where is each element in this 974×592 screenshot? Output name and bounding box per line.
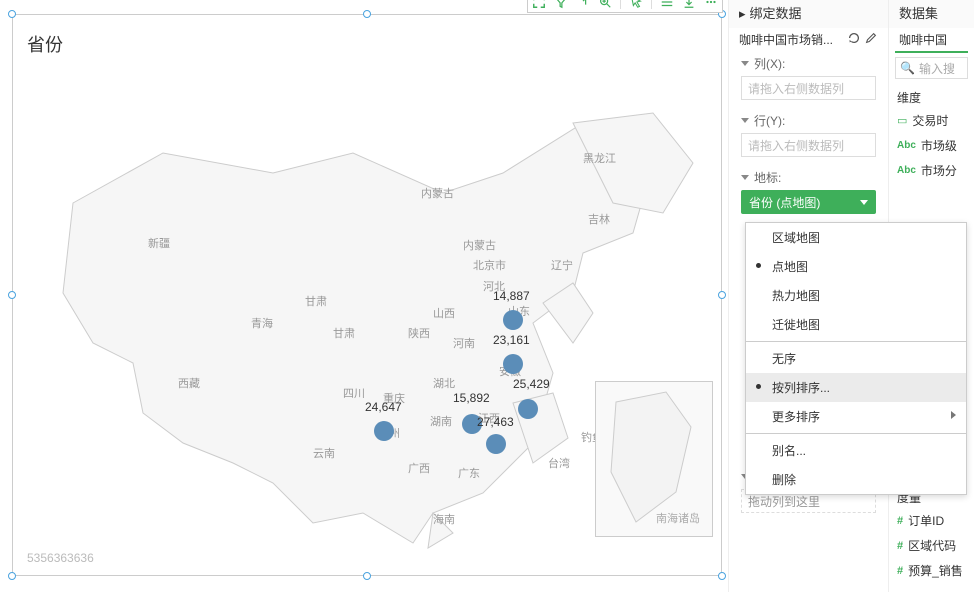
data-point-marker[interactable]	[486, 434, 506, 454]
panel-header: 数据集	[889, 0, 974, 28]
province-label: 新疆	[148, 235, 170, 251]
filter-icon[interactable]	[554, 0, 568, 9]
data-point-marker[interactable]	[503, 354, 523, 374]
geo-field-pill[interactable]: 省份 (点地图)	[741, 190, 876, 214]
more-icon[interactable]	[704, 0, 718, 9]
data-point-label: 27,463	[477, 415, 514, 429]
dataset-name[interactable]: 咖啡中国	[899, 31, 947, 48]
dataset-search-input[interactable]: 🔍 输入搜	[895, 57, 968, 79]
data-point-label: 24,647	[365, 400, 402, 414]
search-placeholder: 输入搜	[919, 60, 955, 77]
resize-handle[interactable]	[363, 10, 371, 18]
measure-item[interactable]: #订单ID	[889, 508, 974, 533]
menu-item[interactable]: 区域地图	[746, 223, 966, 252]
grid-icon[interactable]	[660, 0, 674, 9]
data-source-name[interactable]: 咖啡中国市场销...	[739, 31, 833, 48]
panel-title: 数据集	[899, 0, 938, 28]
menu-item[interactable]: 别名...	[746, 436, 966, 465]
measure-item[interactable]: #区域代码	[889, 533, 974, 558]
menu-item[interactable]: 更多排序	[746, 402, 966, 431]
province-label: 云南	[313, 445, 335, 461]
province-label: 黑龙江	[583, 150, 616, 166]
province-label: 山西	[433, 305, 455, 321]
data-point-label: 25,429	[513, 377, 550, 391]
pill-label: 省份 (点地图)	[749, 194, 820, 211]
expand-icon[interactable]	[532, 0, 546, 9]
data-point-label: 14,887	[493, 289, 530, 303]
pointer-icon[interactable]	[629, 0, 643, 9]
province-label: 内蒙古	[463, 237, 496, 253]
province-label: 辽宁	[551, 257, 573, 273]
dimension-item[interactable]: ▭交易时	[889, 108, 974, 133]
zoom-icon[interactable]	[598, 0, 612, 9]
rotate-icon[interactable]	[847, 31, 861, 45]
province-label: 湖南	[430, 413, 452, 429]
province-label: 四川	[343, 385, 365, 401]
data-point-marker[interactable]	[374, 421, 394, 441]
resize-handle[interactable]	[8, 10, 16, 18]
menu-item[interactable]: 删除	[746, 465, 966, 494]
province-label: 海南	[433, 511, 455, 527]
menu-item[interactable]: 点地图	[746, 252, 966, 281]
dimensions-label: 维度	[889, 83, 974, 108]
inset-map: 南海诸岛	[595, 381, 713, 537]
panel-title: 绑定数据	[750, 0, 802, 28]
chevron-right-icon: ▸	[739, 0, 746, 28]
resize-handle[interactable]	[363, 572, 371, 580]
data-point-marker[interactable]	[518, 399, 538, 419]
columns-section-label: 列(X):	[729, 51, 888, 74]
field-dropdown-menu: 区域地图点地图热力地图迁徙地图无序按列排序...更多排序别名...删除	[745, 222, 967, 495]
data-point-marker[interactable]	[503, 310, 523, 330]
chevron-down-icon[interactable]	[860, 200, 868, 205]
menu-item[interactable]: 迁徙地图	[746, 310, 966, 339]
chart-canvas[interactable]: 省份 黑龙江吉林辽宁内蒙古内蒙古北京市河北山西山东河南安徽湖北陕西甘肃甘肃青海新…	[12, 14, 722, 576]
province-label: 青海	[251, 315, 273, 331]
province-label: 甘肃	[333, 325, 355, 341]
province-label: 台湾	[548, 455, 570, 471]
province-label: 甘肃	[305, 293, 327, 309]
province-label: 广东	[458, 465, 480, 481]
measure-item[interactable]: #预算_销售	[889, 558, 974, 583]
resize-handle[interactable]	[8, 572, 16, 580]
search-icon: 🔍	[900, 61, 915, 75]
rows-section-label: 行(Y):	[729, 108, 888, 131]
menu-item[interactable]: 无序	[746, 344, 966, 373]
watermark: 5356363636	[27, 551, 94, 565]
province-label: 吉林	[588, 211, 610, 227]
province-label: 内蒙古	[421, 185, 454, 201]
province-label: 湖北	[433, 375, 455, 391]
province-label: 北京市	[473, 257, 506, 273]
export-icon[interactable]	[682, 0, 696, 9]
rows-drop-area[interactable]: 请拖入右侧数据列	[741, 133, 876, 157]
province-label: 西藏	[178, 375, 200, 391]
chart-toolbar	[527, 0, 723, 13]
dimension-item[interactable]: Abc市场级	[889, 133, 974, 158]
rotate-icon[interactable]	[576, 0, 590, 9]
data-point-label: 15,892	[453, 391, 490, 405]
province-label: 陕西	[408, 325, 430, 341]
resize-handle[interactable]	[718, 572, 726, 580]
data-point-label: 23,161	[493, 333, 530, 347]
brush-icon[interactable]	[864, 31, 878, 45]
columns-drop-area[interactable]: 请拖入右侧数据列	[741, 76, 876, 100]
inset-label: 南海诸岛	[656, 510, 700, 526]
menu-item[interactable]: 热力地图	[746, 281, 966, 310]
dimension-item[interactable]: Abc市场分	[889, 158, 974, 183]
province-label: 河南	[453, 335, 475, 351]
menu-item[interactable]: 按列排序...	[746, 373, 966, 402]
panel-header: ▸ 绑定数据	[729, 0, 888, 28]
province-label: 广西	[408, 460, 430, 476]
geo-section-label: 地标:	[729, 165, 888, 188]
